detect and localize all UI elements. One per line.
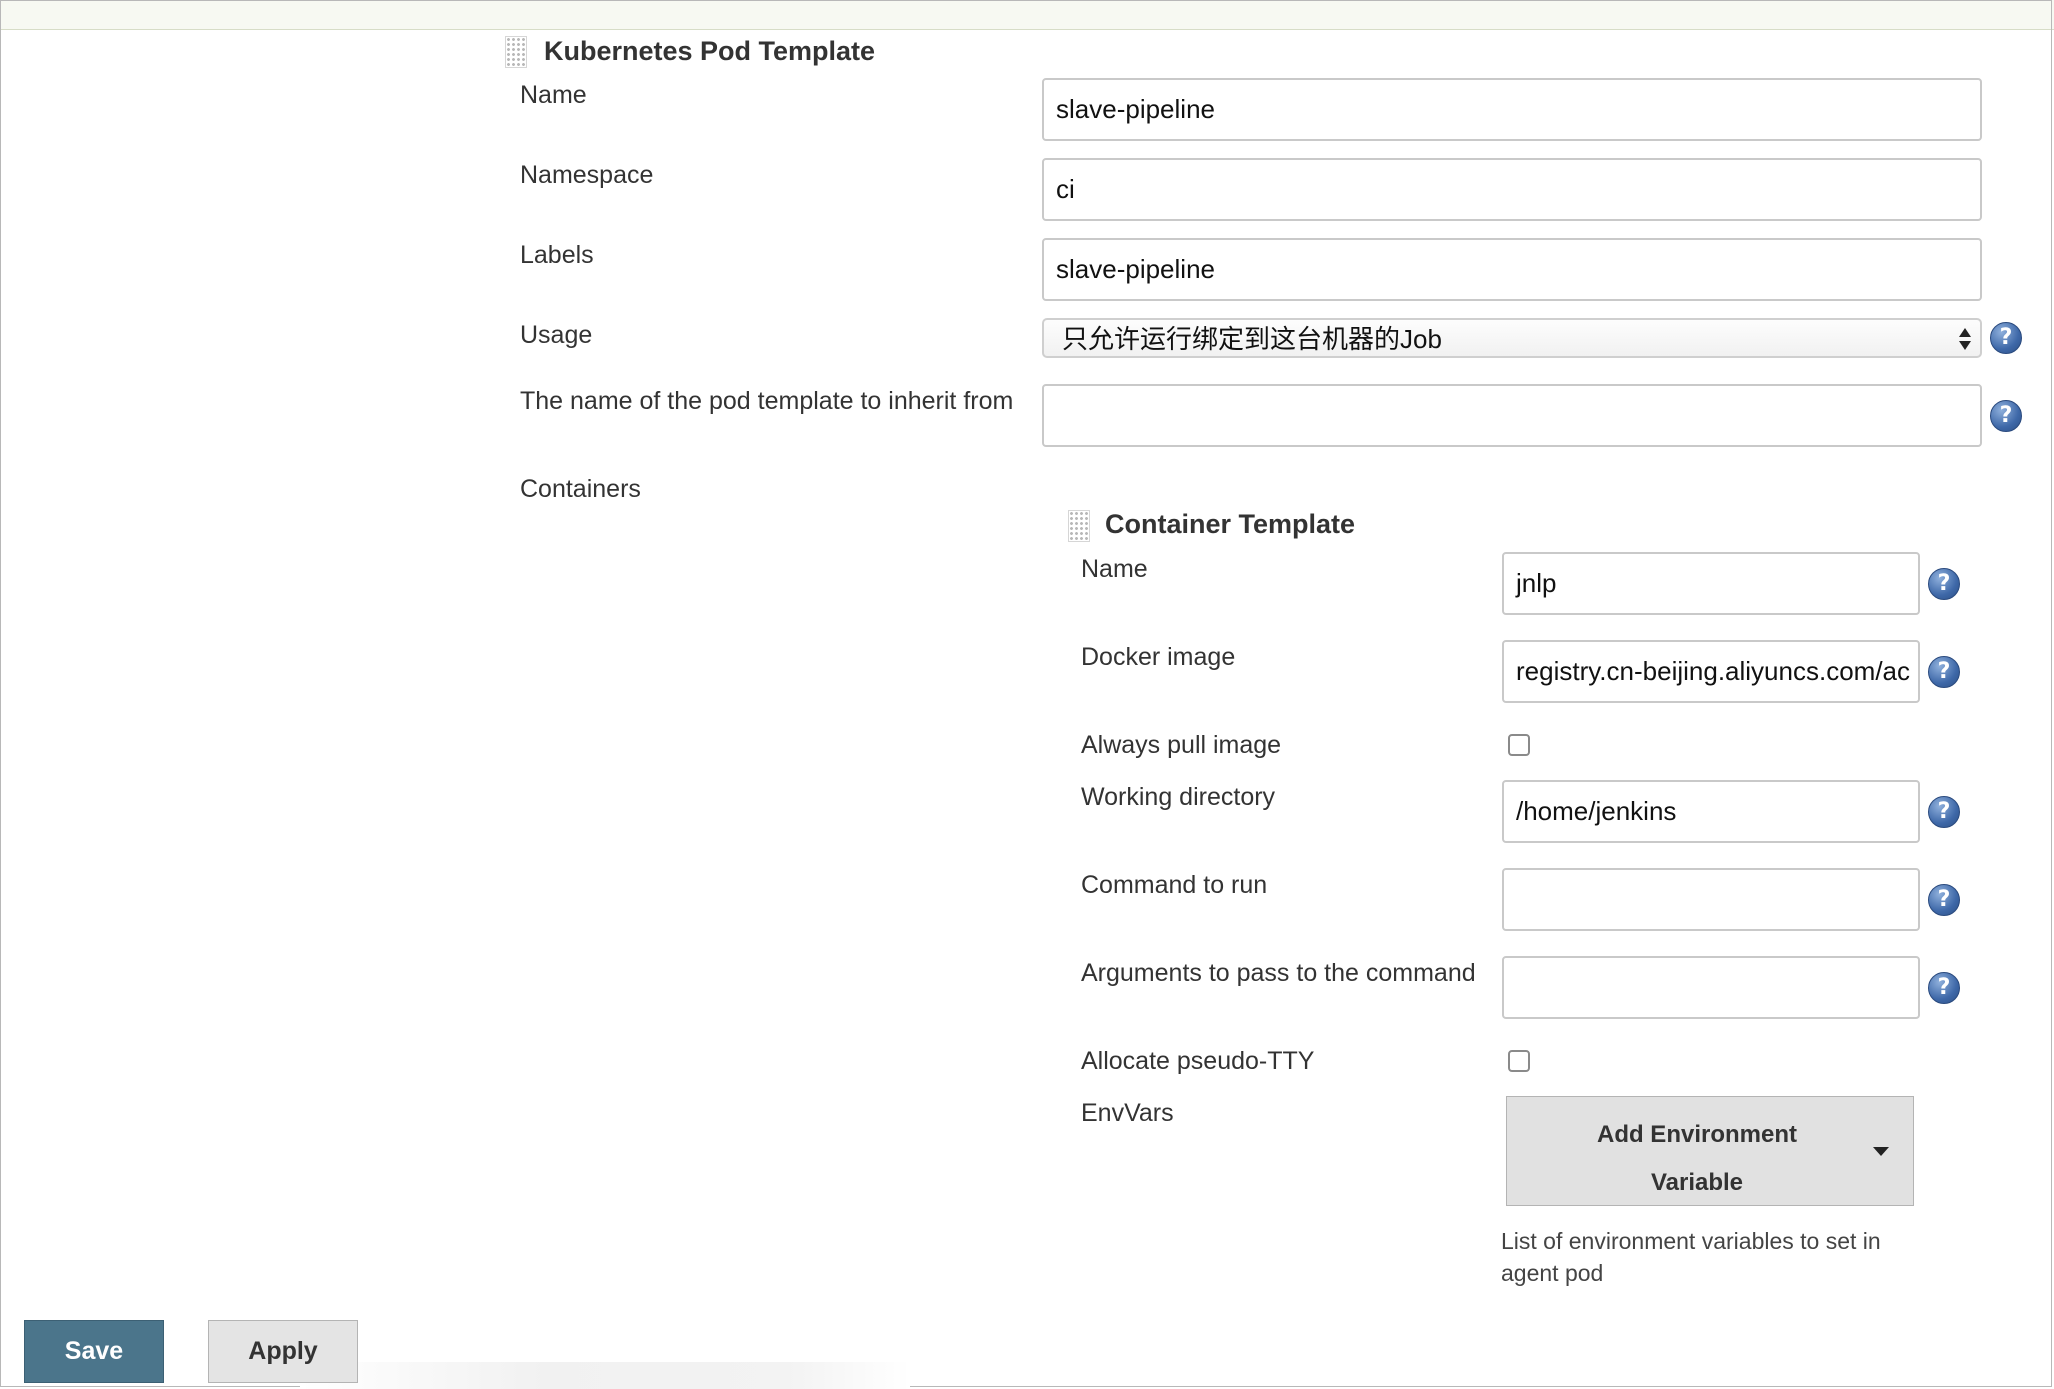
usage-help-icon[interactable]: ? xyxy=(1990,322,2022,354)
add-env-variable-label-line2: Variable xyxy=(1650,1169,1744,1196)
namespace-label: Namespace xyxy=(520,161,654,189)
container-name-label: Name xyxy=(1081,555,1148,583)
add-env-variable-label-line1: Add Environment xyxy=(1596,1121,1797,1148)
container-name-input[interactable]: jnlp xyxy=(1502,552,1920,615)
envvars-label: EnvVars xyxy=(1081,1099,1174,1127)
labels-input[interactable]: slave-pipeline xyxy=(1042,238,1982,301)
pod-name-label: Name xyxy=(520,81,587,109)
labels-label: Labels xyxy=(520,241,594,269)
apply-button[interactable]: Apply xyxy=(208,1320,358,1383)
docker-image-input[interactable]: registry.cn-beijing.aliyuncs.com/ac xyxy=(1502,640,1920,703)
command-label: Command to run xyxy=(1081,871,1268,899)
working-dir-help-icon[interactable]: ? xyxy=(1928,796,1960,828)
tty-label: Allocate pseudo-TTY xyxy=(1081,1047,1315,1075)
pod-template-title: Kubernetes Pod Template xyxy=(544,36,876,66)
container-template-title: Container Template xyxy=(1105,509,1356,539)
always-pull-checkbox[interactable] xyxy=(1508,734,1530,756)
usage-select[interactable]: 只允许运行绑定到这台机器的Job xyxy=(1042,318,1982,358)
container-name-help-icon[interactable]: ? xyxy=(1928,568,1960,600)
command-help-icon[interactable]: ? xyxy=(1928,884,1960,916)
command-input[interactable] xyxy=(1502,868,1920,931)
args-label: Arguments to pass to the command xyxy=(1081,959,1476,987)
select-arrows-icon xyxy=(1959,328,1971,350)
dropdown-caret-icon xyxy=(1873,1147,1889,1156)
pod-name-input[interactable]: slave-pipeline xyxy=(1042,78,1982,141)
docker-image-help-icon[interactable]: ? xyxy=(1928,656,1960,688)
args-input[interactable] xyxy=(1502,956,1920,1019)
containers-label: Containers xyxy=(520,475,641,503)
inherit-from-input[interactable] xyxy=(1042,384,1982,447)
inherit-from-help-icon[interactable]: ? xyxy=(1990,400,2022,432)
always-pull-label: Always pull image xyxy=(1081,731,1282,759)
usage-select-value: 只允许运行绑定到这台机器的Job xyxy=(1062,324,1442,354)
docker-image-label: Docker image xyxy=(1081,643,1236,671)
working-dir-label: Working directory xyxy=(1081,783,1276,811)
working-dir-input[interactable]: /home/jenkins xyxy=(1502,780,1920,843)
container-drag-handle-icon[interactable] xyxy=(1068,510,1090,542)
add-env-variable-button[interactable]: Add Environment Variable xyxy=(1506,1096,1914,1206)
inherit-from-label: The name of the pod template to inherit … xyxy=(520,387,1014,415)
drag-handle-icon[interactable] xyxy=(505,36,527,68)
usage-label: Usage xyxy=(520,321,593,349)
namespace-input[interactable]: ci xyxy=(1042,158,1982,221)
save-button[interactable]: Save xyxy=(24,1320,164,1383)
bottom-bar-shade xyxy=(300,1362,910,1389)
args-help-icon[interactable]: ? xyxy=(1928,972,1960,1004)
envvars-description: List of environment variables to set in … xyxy=(1501,1228,1881,1286)
add-env-variable-label: Add Environment Variable xyxy=(1507,1111,1887,1207)
tty-checkbox[interactable] xyxy=(1508,1050,1530,1072)
